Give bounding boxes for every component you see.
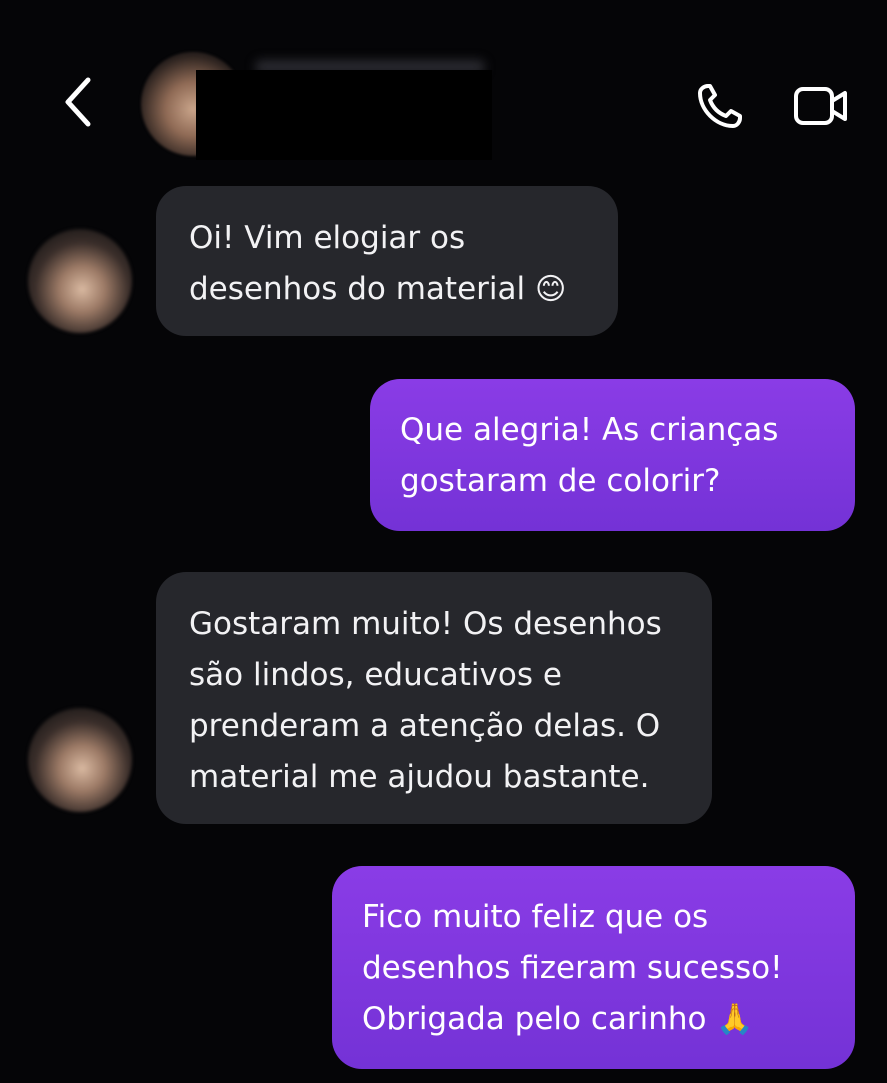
chevron-left-icon	[65, 77, 91, 127]
back-button[interactable]	[50, 72, 106, 132]
sender-avatar[interactable]	[28, 229, 132, 333]
sender-avatar[interactable]	[28, 708, 132, 812]
message-text: Oi! Vim elogiar os desenhos do material	[189, 220, 526, 307]
contact-name-redacted	[196, 70, 492, 160]
message-bubble-incoming[interactable]: Gostaram muito! Os desenhos são lindos, …	[156, 572, 712, 824]
message-text: Gostaram muito! Os desenhos são lindos, …	[189, 606, 662, 795]
phone-icon	[698, 84, 742, 128]
message-bubble-outgoing[interactable]: Fico muito feliz que os desenhos fizeram…	[332, 866, 855, 1069]
message-bubble-outgoing[interactable]: Que alegria! As crianças gostaram de col…	[370, 379, 855, 531]
smiling-face-emoji: 😊	[535, 272, 567, 307]
message-text: Que alegria! As crianças gostaram de col…	[400, 412, 779, 499]
message-bubble-incoming[interactable]: Oi! Vim elogiar os desenhos do material …	[156, 186, 618, 336]
chat-header	[0, 0, 887, 170]
video-call-button[interactable]	[790, 78, 852, 134]
folded-hands-emoji: 🙏	[716, 1002, 754, 1037]
video-camera-icon	[794, 87, 847, 125]
chat-screen: Oi! Vim elogiar os desenhos do material …	[0, 0, 887, 1083]
audio-call-button[interactable]	[690, 78, 750, 134]
